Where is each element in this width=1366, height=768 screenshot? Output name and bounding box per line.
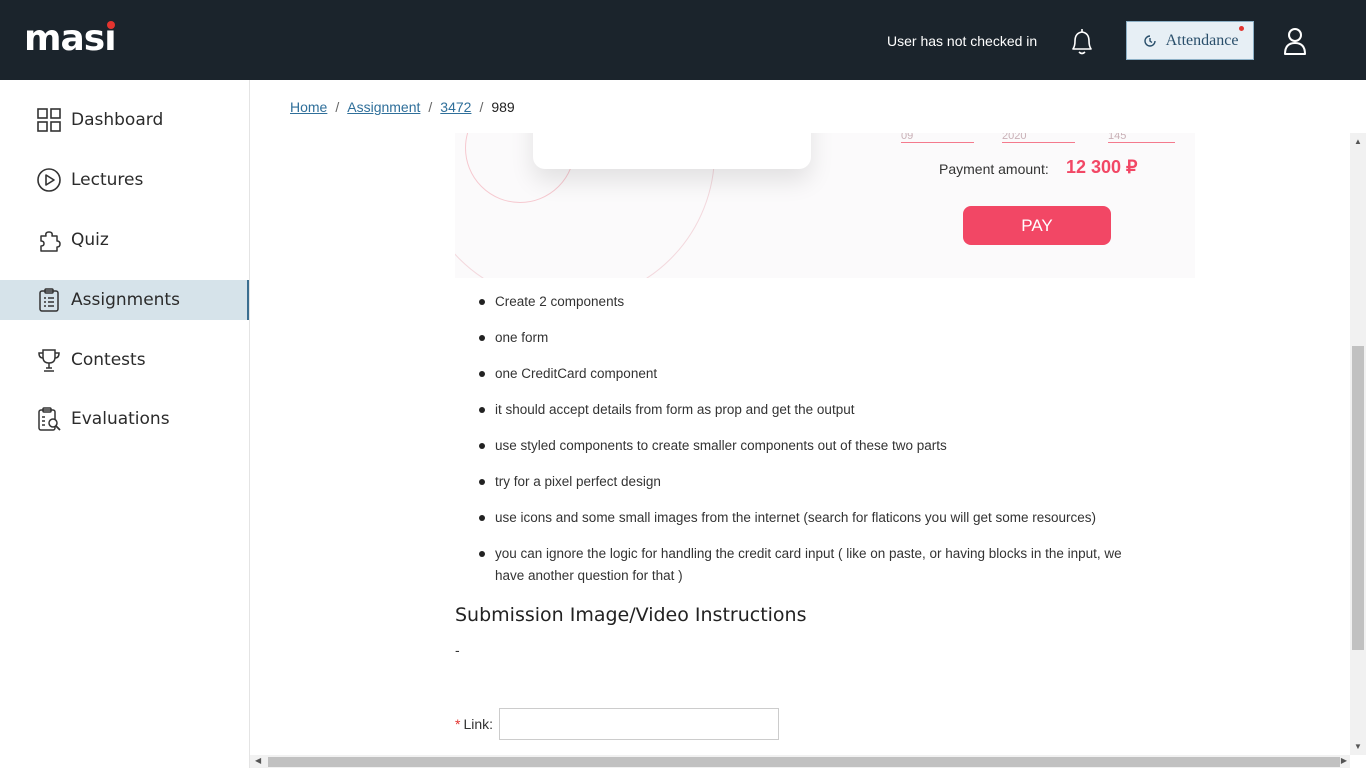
payment-amount: 12 300 ₽	[1066, 157, 1138, 177]
list-item: try for a pixel perfect design	[477, 471, 1137, 493]
logo-text: mas	[24, 18, 105, 59]
instruction-list: Create 2 components one form one CreditC…	[477, 291, 1137, 601]
horizontal-scrollbar[interactable]: ◀ ▶	[250, 755, 1350, 768]
scroll-up-icon[interactable]: ▲	[1354, 137, 1362, 146]
mockup-field-cvv: 145	[1108, 133, 1175, 143]
sidebar: Dashboard Lectures Quiz Assignments Cont…	[0, 80, 250, 768]
sidebar-item-lectures[interactable]: Lectures	[0, 160, 249, 200]
top-header: ması User has not checked in Attendance	[0, 0, 1366, 80]
clipboard-icon	[39, 288, 59, 312]
list-item: Create 2 components	[477, 291, 1137, 313]
sidebar-item-label: Contests	[71, 350, 146, 370]
submission-body: -	[455, 642, 460, 658]
payment-label: Payment amount:	[939, 161, 1049, 177]
attendance-label: Attendance	[1165, 31, 1239, 49]
scroll-left-icon[interactable]: ◀	[255, 756, 261, 765]
list-item: one form	[477, 327, 1137, 349]
list-item: one CreditCard component	[477, 363, 1137, 385]
scroll-thumb[interactable]	[1352, 346, 1364, 650]
logo-dot	[106, 21, 115, 29]
evaluation-icon	[38, 407, 61, 431]
scroll-right-icon[interactable]: ▶	[1341, 756, 1347, 765]
sidebar-item-label: Quiz	[71, 230, 109, 250]
submission-title: Submission Image/Video Instructions	[455, 604, 807, 626]
breadcrumb: Home / Assignment / 3472 / 989	[290, 99, 515, 115]
scroll-thumb[interactable]	[268, 757, 1340, 767]
breadcrumb-separator: /	[335, 99, 340, 115]
sidebar-item-label: Evaluations	[71, 409, 170, 429]
puzzle-icon	[40, 231, 61, 252]
link-field-row: * Link:	[455, 708, 780, 740]
sidebar-item-label: Assignments	[71, 290, 180, 310]
link-label: Link:	[463, 716, 494, 732]
breadcrumb-3472[interactable]: 3472	[440, 99, 471, 115]
vertical-scrollbar[interactable]: ▲ ▼	[1350, 133, 1366, 755]
sidebar-item-contests[interactable]: Contests	[0, 340, 249, 380]
assignment-content: 09 2020 145 Payment amount: 12 300 ₽ PAY…	[250, 133, 1350, 755]
sidebar-item-assignments[interactable]: Assignments	[0, 280, 249, 320]
sidebar-item-quiz[interactable]: Quiz	[0, 220, 249, 260]
masai-logo[interactable]: ması	[24, 18, 117, 59]
grid-icon	[37, 108, 61, 132]
sidebar-item-dashboard[interactable]: Dashboard	[0, 100, 249, 140]
clock-icon	[1143, 34, 1156, 47]
mockup-field-year: 2020	[1002, 133, 1075, 143]
list-item: you can ignore the logic for handling th…	[477, 543, 1137, 587]
attendance-button[interactable]: Attendance	[1126, 21, 1254, 60]
bell-icon[interactable]	[1068, 27, 1096, 57]
sidebar-item-evaluations[interactable]: Evaluations	[0, 399, 249, 439]
trophy-icon	[38, 349, 60, 372]
design-mockup-image: 09 2020 145 Payment amount: 12 300 ₽ PAY	[455, 133, 1195, 278]
sidebar-item-label: Dashboard	[71, 110, 164, 130]
mockup-field-month: 09	[901, 133, 974, 143]
list-item: use styled components to create smaller …	[477, 435, 1137, 457]
breadcrumb-separator: /	[428, 99, 433, 115]
breadcrumb-separator: /	[479, 99, 484, 115]
mockup-card	[533, 133, 811, 169]
breadcrumb-current: 989	[491, 99, 515, 115]
list-item: use icons and some small images from the…	[477, 507, 1137, 529]
sidebar-item-label: Lectures	[71, 170, 144, 190]
play-circle-icon	[37, 168, 61, 192]
notification-dot	[1239, 26, 1244, 31]
list-item: it should accept details from form as pr…	[477, 399, 1137, 421]
user-icon[interactable]	[1283, 26, 1307, 56]
breadcrumb-home[interactable]: Home	[290, 99, 327, 115]
required-mark: *	[455, 716, 461, 732]
mockup-pay-button: PAY	[963, 206, 1111, 245]
link-input[interactable]	[499, 708, 780, 740]
breadcrumb-assignment[interactable]: Assignment	[347, 99, 420, 115]
scroll-down-icon[interactable]: ▼	[1354, 742, 1362, 751]
checkin-status: User has not checked in	[887, 33, 1038, 49]
